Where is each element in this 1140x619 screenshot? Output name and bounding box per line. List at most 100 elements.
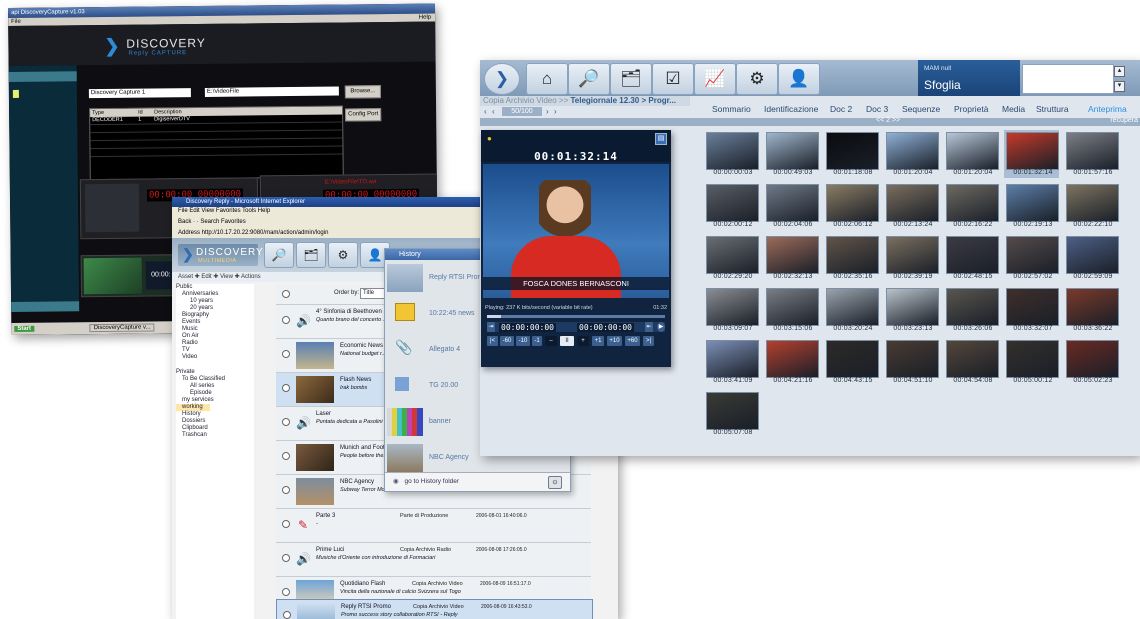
- row-radio[interactable]: [282, 350, 290, 358]
- thumbnail-cell[interactable]: 00:02:16:22: [944, 182, 999, 230]
- thumbnail-cell[interactable]: 00:02:00:12: [704, 182, 759, 230]
- plus-icon[interactable]: +: [577, 336, 589, 346]
- tree-public[interactable]: Public: [176, 284, 254, 291]
- start-button[interactable]: Start: [14, 325, 35, 332]
- back-1-button[interactable]: -1: [532, 336, 542, 346]
- play-icon[interactable]: ▶: [657, 322, 665, 332]
- browse-button[interactable]: Browse...: [344, 85, 381, 99]
- menu-file[interactable]: File: [11, 19, 21, 25]
- tree-episode[interactable]: Episode: [176, 390, 254, 397]
- tab-sommario[interactable]: Sommario: [712, 104, 751, 114]
- tab-sequenze[interactable]: Sequenze: [902, 104, 940, 114]
- col-type[interactable]: Type: [92, 109, 104, 117]
- pause-button[interactable]: II: [560, 336, 574, 346]
- tab-anteprima[interactable]: Anteprima: [1088, 104, 1127, 114]
- page-indicator[interactable]: 50/100: [502, 107, 542, 116]
- thumbnail-cell[interactable]: 00:04:43:15: [824, 338, 879, 386]
- thumbnail-cell[interactable]: 00:01:20:04: [884, 130, 939, 178]
- settings-icon[interactable]: ⚙: [736, 63, 778, 95]
- timecode-out[interactable]: 00:00:00:00: [577, 323, 634, 332]
- mark-in-icon[interactable]: ⇥: [487, 322, 495, 332]
- go-to-history-link[interactable]: go to History folder: [404, 478, 459, 485]
- col-id[interactable]: Id: [138, 109, 143, 117]
- folder-icon[interactable]: [12, 89, 19, 98]
- history-item[interactable]: banner: [387, 405, 483, 441]
- thumbnail-cell[interactable]: 00:02:35:16: [824, 234, 879, 282]
- user-icon[interactable]: 👤: [778, 63, 820, 95]
- table-row[interactable]: [90, 146, 343, 158]
- last-page-icon[interactable]: ›: [554, 107, 557, 116]
- tree-radio[interactable]: Radio: [176, 340, 254, 347]
- session-name-field[interactable]: Discovery Capture 1: [88, 88, 191, 99]
- list-item[interactable]: Reply RTSI Promo Promo success story col…: [276, 599, 593, 619]
- go-end-button[interactable]: >|: [643, 336, 654, 346]
- thumbnail-cell[interactable]: 00:01:57:16: [1064, 130, 1119, 178]
- tab-doc-2[interactable]: Doc 2: [830, 104, 852, 114]
- tree-my-services[interactable]: my services: [176, 397, 254, 404]
- search-icon[interactable]: 🔎: [264, 242, 294, 268]
- thumbnail-cell[interactable]: 00:00:49:03: [764, 130, 819, 178]
- go-start-button[interactable]: |<: [487, 336, 498, 346]
- history-item[interactable]: 📎 Allegato 4: [387, 333, 483, 369]
- thumbnail-cell[interactable]: 00:02:19:13: [1004, 182, 1059, 230]
- thumbnail-cell[interactable]: 00:02:06:12: [824, 182, 879, 230]
- row-radio[interactable]: [282, 588, 290, 596]
- thumbnail-cell[interactable]: 00:02:57:02: [1004, 234, 1059, 282]
- checklist-icon[interactable]: ☑: [652, 63, 694, 95]
- thumbnail-cell[interactable]: 00:02:13:24: [884, 182, 939, 230]
- history-action-icon[interactable]: ⊙: [548, 476, 562, 489]
- thumbnail-cell[interactable]: 00:05:02:23: [1064, 338, 1119, 386]
- tab-doc-3[interactable]: Doc 3: [866, 104, 888, 114]
- row-radio[interactable]: [282, 452, 290, 460]
- documents-icon[interactable]: 🗂: [296, 242, 326, 268]
- documents-icon[interactable]: 🗂: [610, 63, 652, 95]
- tree-music[interactable]: Music: [176, 326, 254, 333]
- history-item[interactable]: TG 20.00: [387, 369, 483, 405]
- first-page-icon[interactable]: ‹: [484, 107, 487, 116]
- tab-struttura[interactable]: Struttura: [1036, 104, 1069, 114]
- tree-trashcan[interactable]: Trashcan: [176, 432, 254, 439]
- thumbnail-cell[interactable]: 00:01:20:04: [944, 130, 999, 178]
- tab-identificazione[interactable]: Identificazione: [764, 104, 818, 114]
- row-radio[interactable]: [282, 520, 290, 528]
- tree-10-years[interactable]: 10 years: [176, 298, 254, 305]
- scroll-up-icon[interactable]: ▴: [1114, 66, 1125, 77]
- chart-icon[interactable]: 📈: [694, 63, 736, 95]
- path-field[interactable]: E:\VideoFile: [204, 86, 339, 97]
- row-radio[interactable]: [283, 611, 291, 619]
- thumbnail-cell[interactable]: 00:02:29:20: [704, 234, 759, 282]
- menu-help[interactable]: Help: [419, 14, 431, 22]
- fwd-10-button[interactable]: +10: [607, 336, 622, 346]
- tree-anniversaries[interactable]: Anniversaries: [176, 291, 254, 298]
- config-port-button[interactable]: Config Port: [345, 108, 382, 122]
- thumbnail-cell[interactable]: 00:03:20:24: [824, 286, 879, 334]
- thumbnail-cell[interactable]: 00:04:54:08: [944, 338, 999, 386]
- thumbnail-cell[interactable]: 00:05:07:08: [704, 390, 759, 438]
- recupera-link[interactable]: recupera: [1110, 117, 1138, 124]
- thumbnail-cell[interactable]: 00:03:32:07: [1004, 286, 1059, 334]
- row-radio[interactable]: [282, 316, 290, 324]
- home-icon[interactable]: ⌂: [526, 63, 568, 95]
- thumbnail-cell[interactable]: 00:01:32:14: [1004, 130, 1059, 178]
- list-item[interactable]: 🔊 Prime Luci Musiche d'Oriente con intro…: [276, 543, 591, 577]
- history-item[interactable]: Reply RTSI Promo: [387, 261, 487, 297]
- select-all-radio[interactable]: [282, 290, 290, 298]
- tree-tv[interactable]: TV: [176, 347, 254, 354]
- row-radio[interactable]: [282, 554, 290, 562]
- scroll-down-icon[interactable]: ▾: [1114, 81, 1125, 92]
- thumbnail-cell[interactable]: 00:03:26:06: [944, 286, 999, 334]
- thumbnail-cell[interactable]: 00:04:51:10: [884, 338, 939, 386]
- discovery-logo-icon[interactable]: ❯: [484, 63, 520, 95]
- fwd-60-button[interactable]: +60: [625, 336, 640, 346]
- list-item[interactable]: ✎ Parte 3 - Parte di Produzione 2006-08-…: [276, 509, 591, 543]
- tree-on-air[interactable]: On Air: [176, 333, 254, 340]
- search-icon[interactable]: 🔎: [568, 63, 610, 95]
- minus-icon[interactable]: –: [545, 336, 557, 346]
- capture-left-tab[interactable]: [8, 71, 77, 82]
- thumbnail-cell[interactable]: 00:02:48:15: [944, 234, 999, 282]
- thumbnail-cell[interactable]: 00:03:15:06: [764, 286, 819, 334]
- thumbnail-cell[interactable]: 00:03:23:13: [884, 286, 939, 334]
- tab-proprieta[interactable]: Proprietà: [954, 104, 989, 114]
- breadcrumb-parent[interactable]: Copia Archivio Video >>: [483, 96, 568, 105]
- tree-biography[interactable]: Biography: [176, 312, 254, 319]
